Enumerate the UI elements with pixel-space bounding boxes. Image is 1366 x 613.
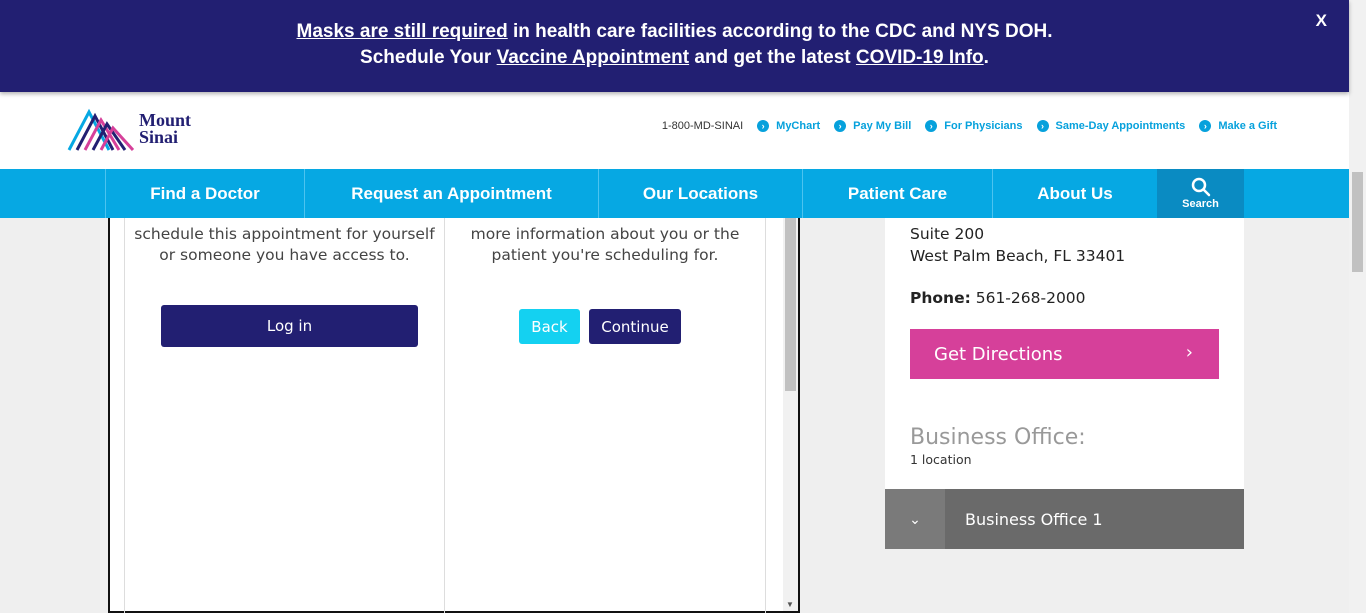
chevron-right-icon: › bbox=[834, 120, 847, 132]
for-physicians-link[interactable]: › For Physicians bbox=[925, 120, 1023, 132]
logo-wordmark: Mount Sinai bbox=[139, 111, 191, 147]
chevron-right-icon: › bbox=[1036, 120, 1049, 132]
guest-description-line-2: patient you're scheduling for. bbox=[491, 246, 719, 264]
chevron-right-icon: › bbox=[1199, 120, 1212, 132]
address-line-2: West Palm Beach, FL 33401 bbox=[910, 247, 1126, 265]
back-button[interactable]: Back bbox=[519, 309, 580, 344]
widget-scrollbar[interactable]: ▼ bbox=[783, 218, 798, 611]
mychart-link-label: MyChart bbox=[776, 120, 821, 132]
login-option-description: schedule this appointment for yourself o… bbox=[125, 224, 444, 266]
same-day-appointments-link-label: Same-Day Appointments bbox=[1055, 120, 1186, 132]
masks-required-link[interactable]: Masks are still required bbox=[297, 21, 508, 42]
chevron-right-icon: › bbox=[1185, 342, 1193, 363]
guest-option-description: more information about you or the patien… bbox=[445, 224, 765, 266]
covid-alert-banner: Masks are still required in health care … bbox=[0, 0, 1349, 92]
login-description-line-2: or someone you have access to. bbox=[159, 246, 410, 264]
nav-search-button[interactable]: Search bbox=[1157, 169, 1244, 218]
phone-label: Phone: bbox=[910, 289, 971, 307]
business-office-count: 1 location bbox=[910, 452, 972, 467]
search-icon bbox=[1191, 177, 1210, 197]
scheduling-widget: schedule this appointment for yourself o… bbox=[108, 218, 800, 613]
chevron-down-icon[interactable]: ⌄ bbox=[885, 489, 945, 549]
mychart-link[interactable]: › MyChart bbox=[757, 120, 820, 132]
pay-my-bill-link-label: Pay My Bill bbox=[853, 120, 912, 132]
widget-scrollbar-thumb[interactable] bbox=[785, 218, 796, 391]
utility-nav: 1-800-MD-SINAI › MyChart › Pay My Bill › Fo… bbox=[662, 120, 1277, 132]
close-alert-button[interactable]: X bbox=[1316, 8, 1327, 34]
phone-number-link[interactable]: 1-800-MD-SINAI bbox=[662, 120, 743, 132]
login-description-line-1: schedule this appointment for yourself bbox=[134, 225, 435, 243]
nav-request-appointment[interactable]: Request an Appointment bbox=[304, 169, 598, 218]
alert-line-2-end: . bbox=[983, 47, 989, 68]
mount-sinai-logo[interactable]: Mount Sinai bbox=[67, 106, 191, 152]
address-line-1: Suite 200 bbox=[910, 225, 985, 243]
phone-value[interactable]: 561-268-2000 bbox=[971, 289, 1086, 307]
page-scrollbar[interactable] bbox=[1349, 0, 1366, 613]
nav-our-locations[interactable]: Our Locations bbox=[598, 169, 802, 218]
covid-info-link[interactable]: COVID-19 Info bbox=[856, 47, 984, 68]
alert-line-2-prefix: Schedule Your bbox=[360, 47, 497, 68]
page-scrollbar-thumb[interactable] bbox=[1352, 172, 1363, 272]
for-physicians-link-label: For Physicians bbox=[944, 120, 1023, 132]
search-label: Search bbox=[1182, 198, 1219, 210]
make-a-gift-link-label: Make a Gift bbox=[1218, 120, 1277, 132]
phone-line: Phone: 561-268-2000 bbox=[910, 289, 1086, 307]
vaccine-appointment-link[interactable]: Vaccine Appointment bbox=[497, 47, 690, 68]
mount-sinai-logo-icon bbox=[67, 108, 135, 152]
business-office-accordion-label: Business Office 1 bbox=[965, 509, 1103, 529]
alert-line-2-middle: and get the latest bbox=[689, 47, 856, 68]
main-nav: Find a Doctor Request an Appointment Our… bbox=[0, 169, 1349, 218]
nav-find-a-doctor[interactable]: Find a Doctor bbox=[105, 169, 304, 218]
chevron-right-icon: › bbox=[757, 120, 770, 132]
pay-my-bill-link[interactable]: › Pay My Bill bbox=[834, 120, 911, 132]
guest-option-panel: more information about you or the patien… bbox=[445, 218, 766, 613]
guest-description-line-1: more information about you or the bbox=[470, 225, 740, 243]
chevron-right-icon: › bbox=[925, 120, 938, 132]
scroll-down-arrow-icon[interactable]: ▼ bbox=[786, 600, 794, 609]
get-directions-button[interactable]: Get Directions › bbox=[910, 329, 1219, 379]
nav-patient-care[interactable]: Patient Care bbox=[802, 169, 992, 218]
login-option-panel: schedule this appointment for yourself o… bbox=[124, 218, 445, 613]
site-header: Mount Sinai 1-800-MD-SINAI › MyChart › Pay… bbox=[0, 92, 1349, 169]
business-office-heading: Business Office: bbox=[910, 425, 1086, 450]
logo-word-sinai: Sinai bbox=[139, 127, 179, 147]
alert-line-1-text: in health care facilities according to t… bbox=[507, 21, 1053, 42]
login-button[interactable]: Log in bbox=[161, 305, 418, 347]
get-directions-label: Get Directions bbox=[934, 343, 1063, 365]
nav-about-us[interactable]: About Us bbox=[992, 169, 1157, 218]
alert-line-2: Schedule Your Vaccine Appointment and ge… bbox=[0, 45, 1349, 71]
continue-button[interactable]: Continue bbox=[589, 309, 681, 344]
alert-line-1: Masks are still required in health care … bbox=[0, 19, 1349, 45]
make-a-gift-link[interactable]: › Make a Gift bbox=[1199, 120, 1277, 132]
same-day-appointments-link[interactable]: › Same-Day Appointments bbox=[1036, 120, 1186, 132]
location-sidebar: Suite 200 West Palm Beach, FL 33401 Phon… bbox=[885, 218, 1244, 549]
business-office-accordion-item[interactable]: ⌄ Business Office 1 bbox=[885, 489, 1244, 549]
